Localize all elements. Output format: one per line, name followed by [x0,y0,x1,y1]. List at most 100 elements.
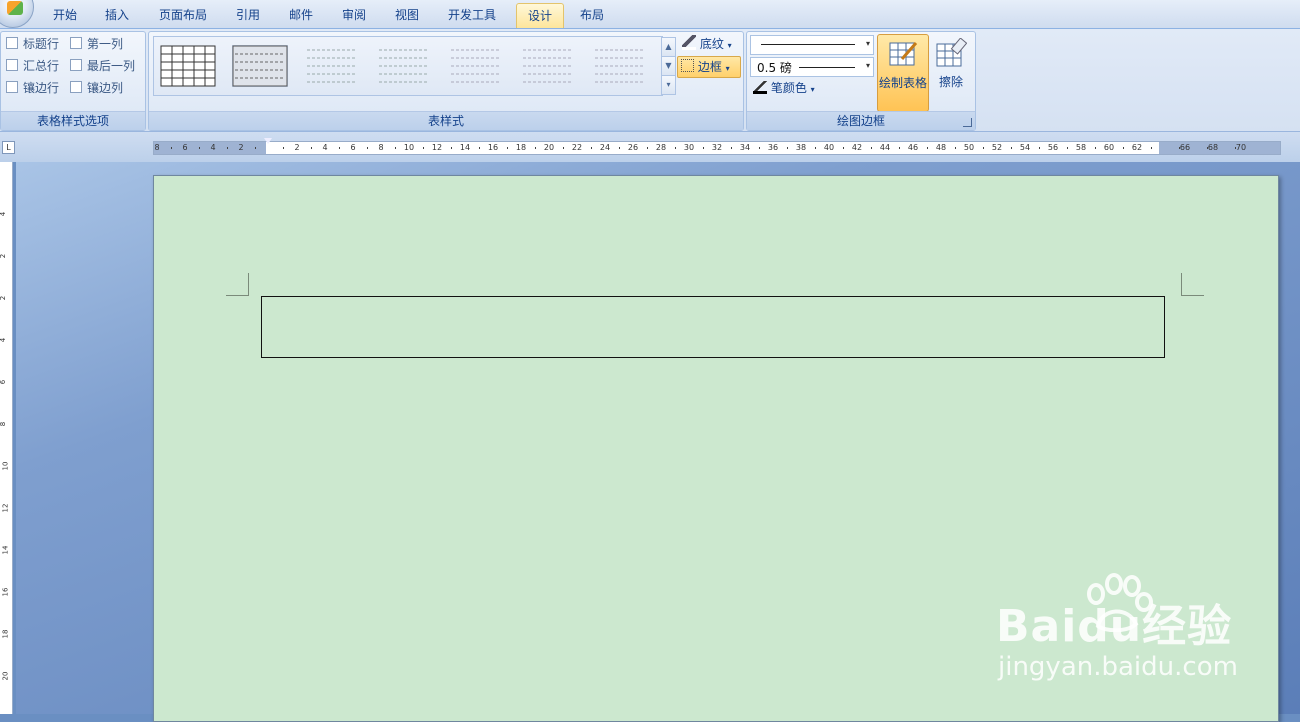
ruler-tick [1039,147,1040,149]
vertical-ruler-number: 14 [1,545,10,555]
tab-review[interactable]: 审阅 [331,3,377,28]
ruler-number: 10 [403,143,415,152]
table-cell[interactable] [261,296,1165,358]
pen-color-button[interactable]: 笔颜色 ▾ [750,78,818,98]
ruler-tick [1123,147,1124,149]
checkbox-box-icon [70,59,82,71]
table-style-swatch[interactable] [160,45,216,87]
draw-table-button[interactable]: 绘制表格 [877,34,929,112]
ruler-tick [479,147,480,149]
ruler-number: 6 [182,143,188,152]
ruler-tick [311,147,312,149]
tab-design[interactable]: 设计 [516,3,564,28]
gallery-scroll-down-button[interactable]: ▼ [661,56,676,76]
table-style-swatch[interactable] [304,45,360,87]
ribbon-tab-bar: 开始 插入 页面布局 引用 邮件 审阅 视图 开发工具 设计 布局 [0,0,1300,29]
dialog-launcher-icon[interactable] [963,118,972,127]
ruler-number: 12 [431,143,443,152]
ruler-tick [1151,147,1152,149]
ruler-number: 30 [683,143,695,152]
checkbox-last-column[interactable]: 最后一列 [70,58,135,74]
ruler-number: 58 [1075,143,1087,152]
chevron-down-icon: ▾ [727,41,732,50]
checkbox-total-row[interactable]: 汇总行 [6,58,59,74]
ruler-number: 70 [1235,143,1247,152]
ruler-number: 38 [795,143,807,152]
ruler-number: 28 [655,143,667,152]
tab-selector-button[interactable]: L [2,141,15,154]
chevron-down-icon: ▾ [725,64,730,73]
line-weight-preview [799,67,855,68]
vertical-ruler-number: 2 [0,295,8,301]
table-style-swatch[interactable] [520,45,576,87]
ruler-tick [787,147,788,149]
ruler-number: 44 [879,143,891,152]
ruler-number: 62 [1131,143,1143,152]
checkbox-header-row[interactable]: 标题行 [6,36,59,52]
table-style-swatch[interactable] [592,45,648,87]
horizontal-ruler[interactable]: 8 6 4 2 2 4 6 8 10 12 14 16 18 20 22 24 26 28 30 32 34 36 38 40… [153,141,1281,155]
ruler-number: 24 [599,143,611,152]
tab-view[interactable]: 视图 [384,3,430,28]
ruler-tick [955,147,956,149]
table-style-swatch[interactable] [376,45,432,87]
ruler-number: 50 [963,143,975,152]
checkbox-box-icon [6,37,18,49]
ruler-tick [927,147,928,149]
ruler-tick [1235,147,1236,149]
tab-developer[interactable]: 开发工具 [440,3,504,28]
ruler-tick [1011,147,1012,149]
table-style-swatch[interactable] [448,45,504,87]
line-weight-dropdown[interactable]: 0.5 磅 ▾ [750,57,874,77]
ruler-tick [283,147,284,149]
ruler-tick [227,147,228,149]
group-label: 绘图边框 [747,111,975,130]
ribbon: 标题行 第一列 汇总行 最后一列 镶边行 镶边列 表格样式选项 ▲ ▼ ▾ 底纹… [0,29,1300,132]
checkbox-first-column[interactable]: 第一列 [70,36,123,52]
vertical-ruler[interactable]: 4 2 2 4 6 8 10 12 14 16 18 20 [0,162,13,714]
tab-insert[interactable]: 插入 [94,3,140,28]
borders-button[interactable]: 边框 ▾ [677,56,741,78]
ruler-number: 48 [935,143,947,152]
table-style-swatch-selected[interactable] [232,45,288,87]
draw-table-icon [889,42,918,66]
ruler-number: 52 [991,143,1003,152]
checkbox-box-icon [70,37,82,49]
first-line-indent-marker[interactable] [264,138,272,144]
tab-mailings[interactable]: 邮件 [278,3,324,28]
gallery-more-button[interactable]: ▾ [661,75,676,95]
group-label: 表样式 [149,111,743,130]
ruler-tick [675,147,676,149]
ruler-tick [619,147,620,149]
tab-home[interactable]: 开始 [42,3,88,28]
ruler-tick [199,147,200,149]
ruler-bar: L 8 6 4 2 2 4 6 8 10 12 14 16 18 20 22 24 26 28 30 32 34 36 38… [0,132,1300,162]
checkbox-banded-columns[interactable]: 镶边列 [70,80,123,96]
tab-page-layout[interactable]: 页面布局 [150,3,216,28]
group-draw-borders: ▾ 0.5 磅 ▾ 笔颜色 ▾ 绘制表格 擦除 绘图边框 [746,31,976,131]
ruler-right-margin [1159,142,1280,154]
ruler-tick [255,147,256,149]
checkbox-banded-rows[interactable]: 镶边行 [6,80,59,96]
vertical-ruler-number: 10 [1,461,10,471]
gallery-scroll-up-button[interactable]: ▲ [661,37,676,57]
shading-button[interactable]: 底纹 ▾ [679,34,735,54]
ruler-tick [815,147,816,149]
ruler-number: 20 [543,143,555,152]
checkbox-box-icon [6,81,18,93]
ruler-number: 18 [515,143,527,152]
tab-references[interactable]: 引用 [225,3,271,28]
ruler-tick [423,147,424,149]
eraser-icon [936,37,968,67]
office-button[interactable] [0,0,34,28]
line-style-dropdown[interactable]: ▾ [750,35,874,55]
ruler-tick [339,147,340,149]
ruler-number: 8 [378,143,384,152]
tab-layout[interactable]: 布局 [569,3,615,28]
vertical-ruler-number: 4 [0,337,8,343]
vertical-ruler-number: 18 [1,629,10,639]
ruler-number: 32 [711,143,723,152]
pen-color-icon [753,81,767,94]
ruler-tick [1207,147,1208,149]
eraser-button[interactable]: 擦除 [931,34,971,110]
